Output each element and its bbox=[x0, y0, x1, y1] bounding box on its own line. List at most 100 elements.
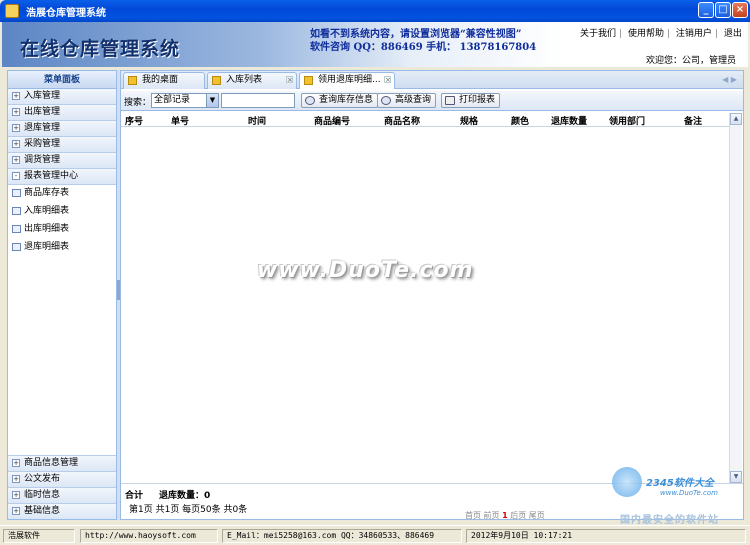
sidebar-group-temp-info[interactable]: + 临时信息 bbox=[8, 487, 116, 503]
status-company: 浩展软件 bbox=[3, 529, 75, 543]
report-icon bbox=[12, 206, 21, 215]
sidebar-item-outbound-detail[interactable]: 出库明细表 bbox=[8, 221, 116, 239]
col-product-code[interactable]: 商品编号 bbox=[314, 114, 350, 127]
col-order-no[interactable]: 单号 bbox=[171, 114, 189, 127]
brand-name: 2345软件大全 bbox=[646, 478, 714, 489]
item-label: 出库明细表 bbox=[24, 224, 70, 234]
total-return-qty: 退库数量：0 bbox=[159, 491, 211, 501]
close-tab-icon[interactable]: × bbox=[286, 76, 293, 84]
scroll-down-icon[interactable]: ▼ bbox=[730, 471, 742, 483]
col-index[interactable]: 序号 bbox=[125, 114, 143, 127]
maximize-button[interactable]: □ bbox=[715, 2, 731, 18]
tab-label: 领用退库明细... bbox=[318, 75, 381, 85]
expand-icon: + bbox=[12, 155, 20, 164]
group-label: 采购管理 bbox=[24, 139, 61, 149]
button-label: 查询库存信息 bbox=[319, 95, 374, 105]
pager-last[interactable]: 尾页 bbox=[529, 511, 545, 520]
link-logout[interactable]: 注销用户 bbox=[673, 26, 715, 39]
sidebar-group-reports[interactable]: - 报表管理中心 bbox=[8, 169, 116, 185]
printer-icon bbox=[445, 96, 455, 105]
tab-desktop[interactable]: 我的桌面 bbox=[123, 72, 205, 89]
group-label: 出库管理 bbox=[24, 107, 61, 117]
magnifier-icon bbox=[381, 96, 391, 105]
sidebar-group-announcements[interactable]: + 公文发布 bbox=[8, 471, 116, 487]
expand-icon: + bbox=[12, 474, 20, 483]
pager-prev[interactable]: 前页 bbox=[484, 511, 500, 520]
record-filter-select[interactable]: 全部记录 ▼ bbox=[151, 93, 219, 108]
col-return-qty[interactable]: 退库数量 bbox=[551, 114, 587, 127]
sidebar-group-transfer[interactable]: + 调货管理 bbox=[8, 153, 116, 169]
expand-icon: + bbox=[12, 490, 20, 499]
pager-next[interactable]: 后页 bbox=[510, 511, 526, 520]
tab-return-detail[interactable]: 领用退库明细... × bbox=[299, 72, 395, 89]
status-bar: 浩展软件 http://www.haoysoft.com E_Mail：mei5… bbox=[0, 525, 750, 545]
sidebar-group-product-info[interactable]: + 商品信息管理 bbox=[8, 455, 116, 471]
group-label: 调货管理 bbox=[24, 155, 61, 165]
expand-icon: + bbox=[12, 123, 20, 132]
query-stock-button[interactable]: 查询库存信息 bbox=[301, 93, 379, 108]
link-exit[interactable]: 退出 bbox=[721, 26, 745, 39]
sidebar-group-basic-info[interactable]: + 基础信息 bbox=[8, 503, 116, 519]
folder-icon bbox=[128, 76, 137, 85]
vertical-scrollbar[interactable]: ▲ ▼ bbox=[729, 113, 742, 483]
collapse-icon: - bbox=[12, 171, 20, 180]
tab-label: 我的桌面 bbox=[142, 75, 179, 85]
tab-scroll-arrows-icon[interactable]: ◀ ▶ bbox=[722, 75, 737, 84]
group-label: 退库管理 bbox=[24, 123, 61, 133]
col-product-name[interactable]: 商品名称 bbox=[384, 114, 420, 127]
select-value: 全部记录 bbox=[154, 95, 191, 105]
brand-logo-icon bbox=[612, 467, 642, 497]
item-label: 退库明细表 bbox=[24, 242, 70, 252]
sidebar-item-stock-report[interactable]: 商品库存表 bbox=[8, 185, 116, 203]
table-header: 序号 单号 时间 商品编号 商品名称 规格 颜色 退库数量 领用部门 备注 bbox=[121, 113, 729, 127]
contact-notice: 软件咨询 QQ：886469 手机： 13878167804 bbox=[310, 42, 537, 53]
sidebar-group-return[interactable]: + 退库管理 bbox=[8, 121, 116, 137]
status-contact: E_Mail：mei5258@163.com QQ：34860533、88646… bbox=[222, 529, 462, 543]
col-spec[interactable]: 规格 bbox=[460, 114, 478, 127]
button-label: 高级查询 bbox=[395, 95, 432, 105]
sidebar-group-inbound[interactable]: + 入库管理 bbox=[8, 89, 116, 105]
close-button[interactable]: × bbox=[732, 2, 748, 18]
sidebar-menu: 菜单面板 + 入库管理 + 出库管理 + 退库管理 + 采购管理 + 调货管理 - 报表管理… bbox=[7, 70, 117, 520]
expand-icon: + bbox=[12, 458, 20, 467]
col-department[interactable]: 领用部门 bbox=[609, 114, 645, 127]
report-icon bbox=[12, 224, 21, 233]
group-label: 报表管理中心 bbox=[24, 171, 79, 181]
app-icon bbox=[5, 4, 19, 18]
group-label: 临时信息 bbox=[24, 490, 61, 500]
sidebar-header: 菜单面板 bbox=[8, 71, 116, 89]
group-label: 商品信息管理 bbox=[24, 458, 79, 468]
print-report-button[interactable]: 打印报表 bbox=[441, 93, 501, 108]
brand-slogan: 国内最安全的软件站 bbox=[620, 515, 719, 526]
pager-first[interactable]: 首页 bbox=[465, 511, 481, 520]
sidebar-group-purchase[interactable]: + 采购管理 bbox=[8, 137, 116, 153]
link-help[interactable]: 使用帮助 bbox=[625, 26, 667, 39]
col-remarks[interactable]: 备注 bbox=[684, 114, 702, 127]
group-label: 入库管理 bbox=[24, 91, 61, 101]
status-datetime: 2012年9月10日 10:17:21 bbox=[466, 529, 746, 543]
sidebar-item-inbound-detail[interactable]: 入库明细表 bbox=[8, 203, 116, 221]
tab-label: 入库列表 bbox=[226, 75, 263, 85]
scroll-up-icon[interactable]: ▲ bbox=[730, 113, 742, 125]
pager-current: 1 bbox=[502, 511, 508, 520]
close-tab-icon[interactable]: × bbox=[384, 76, 391, 84]
button-label: 打印报表 bbox=[459, 95, 496, 105]
expand-icon: + bbox=[12, 91, 20, 100]
tab-inbound-list[interactable]: 入库列表 × bbox=[207, 72, 297, 89]
sidebar-group-outbound[interactable]: + 出库管理 bbox=[8, 105, 116, 121]
link-about[interactable]: 关于我们 bbox=[577, 26, 619, 39]
status-website: http://www.haoysoft.com bbox=[80, 529, 218, 543]
minimize-button[interactable]: _ bbox=[698, 2, 714, 18]
col-time[interactable]: 时间 bbox=[248, 114, 266, 127]
chevron-down-icon[interactable]: ▼ bbox=[206, 94, 218, 107]
item-label: 商品库存表 bbox=[24, 188, 70, 198]
search-input[interactable] bbox=[221, 93, 295, 108]
sidebar-item-return-detail[interactable]: 退库明细表 bbox=[8, 239, 116, 257]
tab-strip: 我的桌面 入库列表 × 领用退库明细... × ◀ ▶ bbox=[121, 71, 743, 89]
expand-icon: + bbox=[12, 107, 20, 116]
advanced-query-button[interactable]: 高级查询 bbox=[377, 93, 437, 108]
col-color[interactable]: 颜色 bbox=[511, 114, 529, 127]
pager: 首页 前页 1 后页 尾页 bbox=[465, 510, 545, 521]
report-icon bbox=[12, 242, 21, 251]
expand-icon: + bbox=[12, 506, 20, 515]
